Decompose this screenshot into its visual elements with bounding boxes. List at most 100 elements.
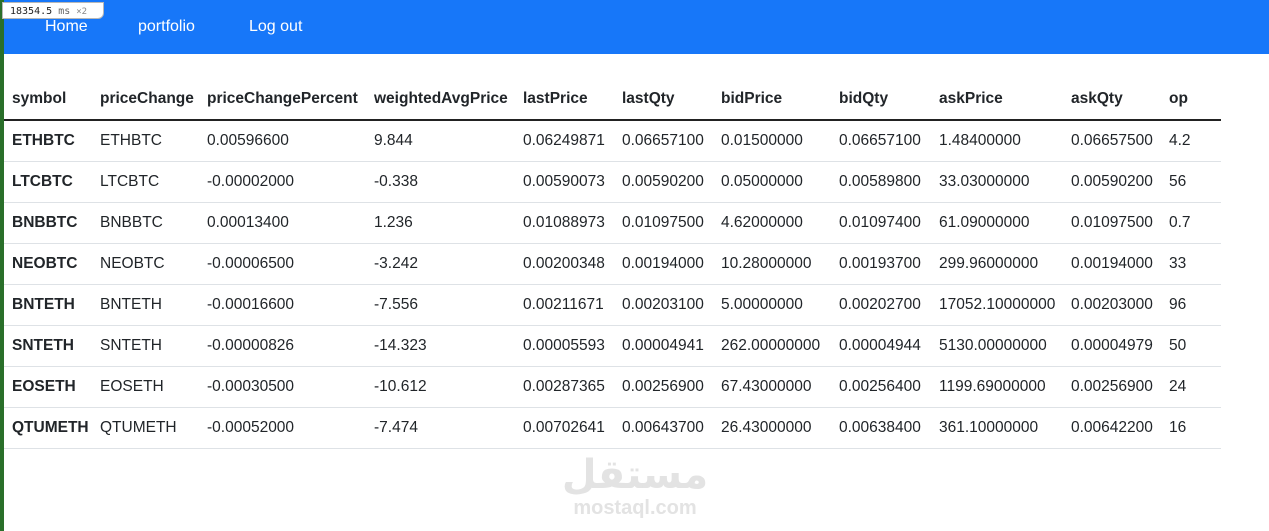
timing-unit: ms xyxy=(58,6,71,17)
cell-askprice: 361.10000000 xyxy=(939,419,1039,436)
cell-lastprice: 0.00702641 xyxy=(523,419,605,436)
render-timing-badge: 18354.5 ms ×2 xyxy=(2,2,104,19)
cell-symbol: BNTETH xyxy=(12,296,75,313)
header-row: symbol priceChange priceChangePercent weigh… xyxy=(4,79,1221,120)
cell-lastqty: 0.06657100 xyxy=(622,132,704,149)
cell-lastprice: 0.01088973 xyxy=(523,214,605,231)
ticker-table: symbol priceChange priceChangePercent weigh… xyxy=(4,79,1221,449)
column-header-pricechange: priceChange xyxy=(100,90,194,107)
cell-op: 4.2 xyxy=(1169,132,1191,149)
cell-symbol: SNTETH xyxy=(12,337,74,354)
cell-bidprice: 67.43000000 xyxy=(721,378,812,395)
table-row: BNBBTC BNBBTC 0.00013400 1.236 0.01088973 0.0… xyxy=(4,203,1221,244)
cell-askqty: 0.00203000 xyxy=(1071,296,1153,313)
cell-askqty: 0.00194000 xyxy=(1071,255,1153,272)
table-row: QTUMETH QTUMETH -0.00052000 -7.474 0.0070264… xyxy=(4,408,1221,449)
cell-bidqty: 0.00589800 xyxy=(839,173,921,190)
cell-pricechangepercent: -0.00030500 xyxy=(207,378,295,395)
cell-lastqty: 0.00643700 xyxy=(622,419,704,436)
cell-pricechange: LTCBTC xyxy=(100,173,160,190)
table-header: symbol priceChange priceChangePercent weigh… xyxy=(4,79,1221,120)
cell-lastprice: 0.00590073 xyxy=(523,173,605,190)
column-header-askqty: askQty xyxy=(1071,90,1123,107)
cell-bidprice: 0.05000000 xyxy=(721,173,803,190)
table-row: BNTETH BNTETH -0.00016600 -7.556 0.00211671 0… xyxy=(4,285,1221,326)
cell-askqty: 0.00642200 xyxy=(1071,419,1153,436)
cell-weightedavgprice: -3.242 xyxy=(374,255,418,272)
cell-bidprice: 10.28000000 xyxy=(721,255,812,272)
cell-lastprice: 0.00005593 xyxy=(523,337,605,354)
page: Home portfolio Log out 18354.5 ms ×2 sym… xyxy=(0,0,1269,531)
table-row: EOSETH EOSETH -0.00030500 -10.612 0.00287365… xyxy=(4,367,1221,408)
cell-askprice: 61.09000000 xyxy=(939,214,1030,231)
cell-op: 33 xyxy=(1169,255,1187,272)
cell-askprice: 5130.00000000 xyxy=(939,337,1047,354)
column-header-pricechangepercent: priceChangePercent xyxy=(207,90,358,107)
cell-askqty: 0.00590200 xyxy=(1071,173,1153,190)
table-row: ETHBTC ETHBTC 0.00596600 9.844 0.06249871 0.0… xyxy=(4,120,1221,162)
nav-home-link[interactable]: Home xyxy=(45,18,88,36)
cell-lastqty: 0.01097500 xyxy=(622,214,704,231)
cell-bidprice: 4.62000000 xyxy=(721,214,803,231)
cell-weightedavgprice: -7.474 xyxy=(374,419,418,436)
navbar: Home portfolio Log out xyxy=(4,0,1269,54)
cell-op: 0.7 xyxy=(1169,214,1191,231)
cell-op: 96 xyxy=(1169,296,1187,313)
cell-askqty: 0.06657500 xyxy=(1071,132,1153,149)
cell-askprice: 1.48400000 xyxy=(939,132,1021,149)
cell-weightedavgprice: -7.556 xyxy=(374,296,418,313)
cell-pricechangepercent: -0.00052000 xyxy=(207,419,295,436)
cell-op: 56 xyxy=(1169,173,1187,190)
cell-bidqty: 0.00638400 xyxy=(839,419,921,436)
cell-lastqty: 0.00194000 xyxy=(622,255,704,272)
cell-pricechangepercent: -0.00000826 xyxy=(207,337,295,354)
cell-bidqty: 0.01097400 xyxy=(839,214,921,231)
cell-op: 50 xyxy=(1169,337,1187,354)
cell-pricechangepercent: 0.00596600 xyxy=(207,132,289,149)
cell-symbol: BNBBTC xyxy=(12,214,78,231)
timing-multiplier: ×2 xyxy=(76,7,88,17)
cell-askqty: 0.00004979 xyxy=(1071,337,1153,354)
cell-weightedavgprice: -14.323 xyxy=(374,337,427,354)
cell-lastprice: 0.06249871 xyxy=(523,132,605,149)
cell-bidprice: 0.01500000 xyxy=(721,132,803,149)
cell-bidqty: 0.00004944 xyxy=(839,337,921,354)
cell-lastprice: 0.00200348 xyxy=(523,255,605,272)
cell-bidqty: 0.00202700 xyxy=(839,296,921,313)
cell-symbol: ETHBTC xyxy=(12,132,75,149)
mostaql-watermark: مستقل mostaql.com xyxy=(560,452,710,522)
column-header-op: op xyxy=(1169,90,1188,107)
table-row: SNTETH SNTETH -0.00000826 -14.323 0.00005593… xyxy=(4,326,1221,367)
nav-portfolio-link[interactable]: portfolio xyxy=(138,18,195,36)
cell-pricechangepercent: -0.00006500 xyxy=(207,255,295,272)
cell-bidqty: 0.00193700 xyxy=(839,255,921,272)
column-header-lastprice: lastPrice xyxy=(523,90,588,107)
cell-symbol: QTUMETH xyxy=(12,419,89,436)
cell-lastqty: 0.00590200 xyxy=(622,173,704,190)
cell-op: 16 xyxy=(1169,419,1187,436)
cell-lastprice: 0.00211671 xyxy=(523,296,604,313)
cell-askprice: 33.03000000 xyxy=(939,173,1030,190)
cell-symbol: LTCBTC xyxy=(12,173,73,190)
cell-pricechange: BNBBTC xyxy=(100,214,163,231)
cell-askprice: 17052.10000000 xyxy=(939,296,1056,313)
ticker-table-container[interactable]: symbol priceChange priceChangePercent weigh… xyxy=(4,79,1269,459)
cell-pricechange: SNTETH xyxy=(100,337,162,354)
cell-pricechange: QTUMETH xyxy=(100,419,177,436)
column-header-symbol: symbol xyxy=(12,90,67,107)
cell-weightedavgprice: 9.844 xyxy=(374,132,413,149)
cell-bidprice: 262.00000000 xyxy=(721,337,821,354)
cell-op: 24 xyxy=(1169,378,1187,395)
table-row: NEOBTC NEOBTC -0.00006500 -3.242 0.00200348 0… xyxy=(4,244,1221,285)
cell-weightedavgprice: 1.236 xyxy=(374,214,413,231)
nav-logout-link[interactable]: Log out xyxy=(249,18,302,36)
cell-lastqty: 0.00004941 xyxy=(622,337,704,354)
cell-askprice: 1199.69000000 xyxy=(939,378,1046,395)
column-header-bidqty: bidQty xyxy=(839,90,889,107)
cell-pricechangepercent: -0.00002000 xyxy=(207,173,295,190)
table-body: ETHBTC ETHBTC 0.00596600 9.844 0.06249871 0.0… xyxy=(4,120,1221,449)
cell-bidprice: 26.43000000 xyxy=(721,419,812,436)
cell-pricechange: BNTETH xyxy=(100,296,162,313)
table-row: LTCBTC LTCBTC -0.00002000 -0.338 0.00590073 0… xyxy=(4,162,1221,203)
cell-weightedavgprice: -0.338 xyxy=(374,173,418,190)
